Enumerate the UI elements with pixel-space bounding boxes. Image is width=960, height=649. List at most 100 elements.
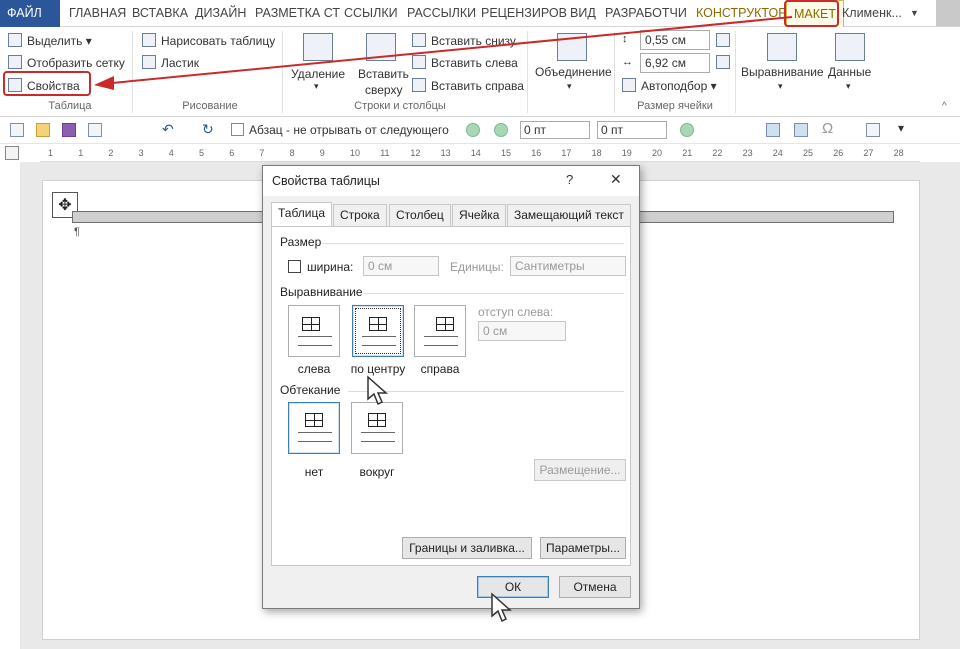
horizontal-ruler[interactable]: 1 1 2 3 4 5 6 7 8 9 10 11 12 13 14 15 16 17 18 19 20 21 22 23 24… — [40, 146, 920, 162]
divider — [348, 391, 624, 392]
omega-icon[interactable]: Ω — [822, 120, 833, 137]
spacing-after-field[interactable]: 0 пт — [597, 121, 667, 139]
ruler-tab-selector[interactable] — [5, 146, 19, 160]
divider — [322, 243, 624, 244]
chevron-down-icon[interactable]: ▾ — [898, 121, 904, 135]
positioning-button[interactable]: Размещение... — [534, 459, 626, 481]
indent-label: отступ слева: — [478, 305, 554, 319]
ruler-tick-label: 28 — [893, 148, 904, 158]
ruler-tick-label: 4 — [168, 148, 174, 158]
align-center-option[interactable] — [352, 305, 404, 357]
ruler-tick-label: 9 — [319, 148, 325, 158]
table-glyph-icon — [436, 317, 454, 331]
cursor-arrow-icon — [367, 375, 388, 406]
table-glyph-icon — [302, 317, 320, 331]
table-glyph-icon — [305, 413, 323, 427]
width-label: ширина: — [307, 260, 354, 274]
ruler-tick-label: 12 — [410, 148, 421, 158]
wrap-around-option[interactable] — [351, 402, 403, 454]
undo-icon[interactable]: ↶ — [162, 121, 174, 138]
ruler-tick-label: 17 — [561, 148, 572, 158]
vertical-ruler[interactable] — [0, 168, 20, 638]
align-left-label: слева — [297, 362, 331, 376]
ruler-tick-label: 2 — [108, 148, 114, 158]
ruler-tick-label: 24 — [772, 148, 783, 158]
divider — [364, 293, 624, 294]
text-lines-icon — [361, 432, 395, 442]
ok-button[interactable]: ОК — [477, 576, 549, 598]
ruler-tick-label: 6 — [229, 148, 235, 158]
ruler-tick-label: 15 — [501, 148, 512, 158]
tab-column[interactable]: Столбец — [389, 204, 451, 226]
ruler-tick-label: 1 — [48, 148, 54, 158]
ruler-tick-label: 19 — [621, 148, 632, 158]
ruler-tick-label: 14 — [470, 148, 481, 158]
view-icon[interactable] — [794, 123, 808, 137]
wrap-none-option[interactable] — [288, 402, 340, 454]
table-glyph-icon — [369, 317, 387, 331]
ruler-tick-label: 10 — [350, 148, 361, 158]
tab-cell[interactable]: Ячейка — [452, 204, 507, 226]
table-properties-dialog: Свойства таблицы ? ✕ Таблица Строка Стол… — [262, 165, 640, 609]
options-button[interactable]: Параметры... — [540, 537, 626, 559]
text-lines-icon — [298, 336, 332, 346]
tab-row[interactable]: Строка — [333, 204, 387, 226]
preview-icon[interactable] — [866, 123, 880, 137]
ruler-tick-label: 1 — [78, 148, 84, 158]
dialog-title: Свойства таблицы — [263, 166, 639, 196]
help-button[interactable]: ? — [566, 172, 573, 187]
paragraph-style-icon[interactable] — [466, 123, 480, 137]
align-right-label: справа — [420, 362, 460, 376]
quick-access-toolbar: ↶ ↻ Абзац - не отрывать от следующего 0 … — [0, 117, 960, 144]
size-section-label: Размер — [280, 235, 322, 249]
ruler-tick-label: 22 — [712, 148, 723, 158]
ruler-tick-label: 18 — [591, 148, 602, 158]
tab-alt-text[interactable]: Замещающий текст — [507, 204, 631, 226]
indent-field[interactable]: 0 см — [478, 321, 566, 341]
view-icon[interactable] — [766, 123, 780, 137]
table-glyph-icon — [368, 413, 386, 427]
redo-icon[interactable]: ↻ — [202, 121, 214, 138]
save-icon[interactable] — [62, 123, 76, 137]
wrap-around-label: вокруг — [359, 465, 395, 479]
paragraph-style-icon[interactable] — [494, 123, 508, 137]
paragraph-style-icon[interactable] — [680, 123, 694, 137]
ruler-tick-label: 3 — [138, 148, 144, 158]
wrap-none-label: нет — [304, 465, 324, 479]
open-folder-icon[interactable] — [36, 123, 50, 137]
units-select[interactable]: Сантиметры — [510, 256, 626, 276]
align-right-option[interactable] — [414, 305, 466, 357]
ruler-tick-label: 13 — [440, 148, 451, 158]
align-center-label: по центру — [350, 362, 406, 376]
borders-button[interactable]: Границы и заливка... — [402, 537, 532, 559]
ruler-tick-label: 27 — [863, 148, 874, 158]
paragraph-mark: ¶ — [74, 226, 80, 238]
width-checkbox[interactable] — [288, 260, 301, 273]
cursor-arrow-icon — [491, 592, 512, 623]
save-as-icon[interactable] — [88, 123, 102, 137]
ruler-tick-label: 25 — [803, 148, 814, 158]
new-document-icon[interactable] — [10, 123, 24, 137]
text-lines-icon — [424, 336, 458, 346]
units-label: Единицы: — [450, 260, 504, 274]
align-left-option[interactable] — [288, 305, 340, 357]
ruler-tick-label: 7 — [259, 148, 265, 158]
keep-with-next-label: Абзац - не отрывать от следующего — [249, 123, 449, 137]
cancel-button[interactable]: Отмена — [559, 576, 631, 598]
annotation-arrow — [94, 16, 793, 90]
ruler-tick-label: 8 — [289, 148, 295, 158]
text-lines-icon — [362, 336, 396, 346]
spacing-before-field[interactable]: 0 пт — [520, 121, 590, 139]
align-section-label: Выравнивание — [280, 285, 363, 299]
tab-table[interactable]: Таблица — [271, 202, 333, 227]
ruler-tick-label: 5 — [199, 148, 205, 158]
width-field[interactable]: 0 см — [363, 256, 439, 276]
dialog-pane: Размер ширина: 0 см Единицы: Сантиметры … — [271, 226, 631, 566]
ruler-tick-label: 23 — [742, 148, 753, 158]
ruler-tick-label: 26 — [833, 148, 844, 158]
keep-with-next-checkbox[interactable] — [231, 123, 244, 136]
ruler-tick-label: 16 — [531, 148, 542, 158]
close-icon[interactable]: ✕ — [610, 171, 622, 188]
ruler-tick-label: 21 — [682, 148, 693, 158]
wrap-section-label: Обтекание — [280, 383, 341, 397]
